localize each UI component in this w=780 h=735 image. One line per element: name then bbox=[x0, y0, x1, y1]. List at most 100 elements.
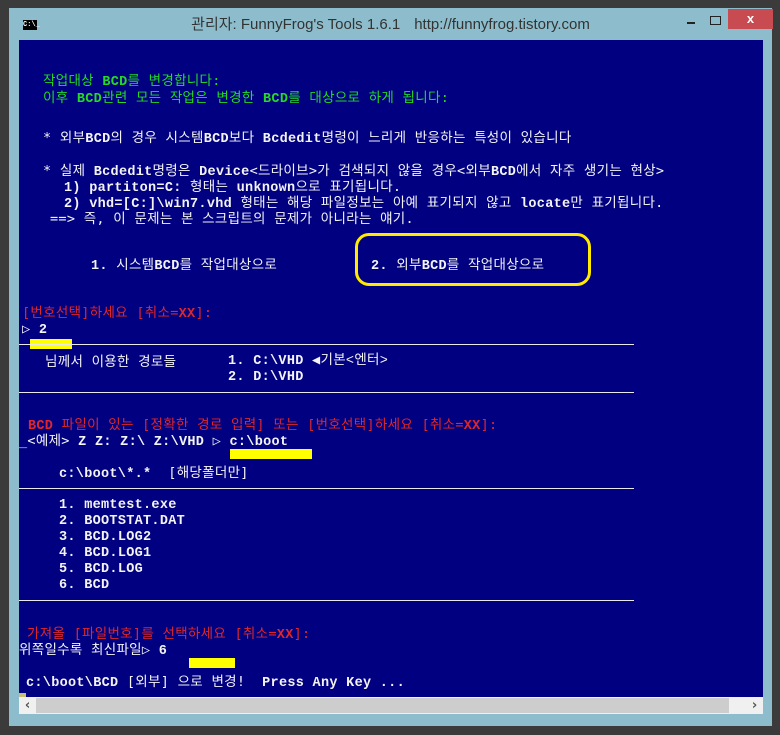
scroll-right-arrow-icon[interactable]: › bbox=[746, 697, 763, 714]
text: 만 표기됩니다. bbox=[570, 195, 664, 211]
prompt-input-line[interactable]: ▷ 2 bbox=[22, 321, 47, 339]
close-button[interactable]: x bbox=[728, 9, 773, 29]
text: BCD bbox=[490, 165, 517, 180]
file-number: 3. bbox=[59, 530, 76, 545]
text: ]: bbox=[195, 305, 213, 321]
text: 이후 bbox=[43, 90, 77, 106]
prompt-select-number: [번호선택]하세요 [취소=XX]: bbox=[22, 305, 212, 323]
file-list-item[interactable]: 3. BCD.LOG2 bbox=[59, 530, 151, 546]
text: XX bbox=[276, 628, 294, 643]
header-line-2: 이후 BCD관련 모든 작업은 변경한 BCD를 대상으로 하게 됩니다: bbox=[43, 90, 449, 108]
folder-note: [해당폴더만] bbox=[168, 465, 249, 481]
input-highlight bbox=[189, 658, 235, 668]
option-number: 1. bbox=[91, 259, 108, 274]
file-name: BOOTSTAT.DAT bbox=[84, 514, 186, 529]
file-list-item[interactable]: 6. BCD bbox=[59, 578, 109, 594]
default-note: ◀기본<엔터> bbox=[312, 354, 389, 369]
text: 를 작업대상으로 bbox=[446, 257, 545, 273]
text: 명령이 느리게 반응하는 특성이 있습니다 bbox=[321, 130, 572, 146]
text: 2) vhd=[C:]\win7.vhd bbox=[64, 197, 233, 212]
header-line-1: 작업대상 BCD를 변경합니다: bbox=[43, 73, 221, 91]
maximize-button[interactable] bbox=[703, 10, 727, 30]
separator bbox=[19, 488, 634, 489]
text: BCD bbox=[28, 419, 54, 434]
input-highlight bbox=[230, 449, 312, 459]
file-number: 5. bbox=[59, 562, 76, 577]
text: 를 대상으로 하게 됩니다: bbox=[288, 90, 450, 106]
text: XX bbox=[463, 419, 481, 434]
selection-input[interactable]: 2 bbox=[39, 323, 47, 338]
folder-path: c:\boot\*.* bbox=[59, 467, 152, 482]
folder-filter: c:\boot\*.* [해당폴더만] bbox=[59, 465, 249, 483]
text: 의 경우 시스템 bbox=[110, 130, 204, 146]
result-message: c:\boot\BCD [외부] 으로 변경! Press Any Key ..… bbox=[26, 674, 405, 692]
file-name: BCD.LOG bbox=[84, 562, 144, 577]
maximize-icon bbox=[709, 16, 721, 25]
window-title-text: 관리자: FunnyFrog's Tools 1.6.1 bbox=[191, 16, 401, 33]
text: 형태는 bbox=[181, 179, 237, 195]
text: BCD bbox=[421, 259, 447, 274]
file-number: 4. bbox=[59, 546, 76, 561]
text: * 실제 bbox=[43, 163, 94, 179]
text: locate bbox=[520, 197, 571, 212]
title-bar[interactable]: C:\_ 관리자: FunnyFrog's Tools 1.6.1 http://… bbox=[9, 8, 773, 40]
file-list-item[interactable]: 1. memtest.exe bbox=[59, 498, 177, 514]
file-number: 1. bbox=[59, 498, 76, 513]
text: 관련 모든 작업은 변경한 bbox=[102, 90, 264, 106]
text: ]: bbox=[480, 417, 498, 433]
text: BCD bbox=[76, 92, 103, 107]
file-list-item[interactable]: 4. BCD.LOG1 bbox=[59, 546, 151, 562]
horizontal-scrollbar[interactable]: ‹ › bbox=[19, 697, 763, 714]
text: 형태는 해당 파일정보는 아예 표기되지 않고 bbox=[232, 195, 520, 211]
file-input-line[interactable]: 위쪽일수록 최신파일▷ 6 bbox=[19, 642, 167, 660]
file-list-item[interactable]: 5. BCD.LOG bbox=[59, 562, 143, 578]
text: ]: bbox=[293, 626, 311, 642]
file-number-input[interactable]: 6 bbox=[159, 644, 167, 659]
minimize-icon bbox=[687, 22, 695, 24]
file-name: BCD bbox=[84, 578, 110, 593]
path-value: D:\VHD bbox=[253, 370, 304, 385]
text: 를 변경합니다: bbox=[127, 73, 221, 89]
path-value: C:\VHD bbox=[253, 354, 304, 369]
option-system-bcd[interactable]: 1. 시스템BCD를 작업대상으로 bbox=[91, 257, 277, 275]
text: [번호선택]하세요 [취소= bbox=[22, 305, 179, 321]
window-title: 관리자: FunnyFrog's Tools 1.6.1 http://funny… bbox=[9, 13, 772, 34]
console-window: C:\_ 관리자: FunnyFrog's Tools 1.6.1 http://… bbox=[9, 8, 773, 726]
note-external-bcd-slow: * 외부BCD의 경우 시스템BCD보다 Bcdedit명령이 느리게 반응하는… bbox=[43, 130, 572, 148]
scrollbar-thumb[interactable] bbox=[36, 698, 729, 713]
text: BCD bbox=[85, 132, 111, 147]
used-paths-label: 님께서 이용한 경로들 bbox=[45, 354, 177, 370]
scroll-left-arrow-icon[interactable]: ‹ bbox=[19, 697, 36, 714]
text: <드라이브>가 검색되지 않을 경우<외부 bbox=[249, 163, 491, 179]
file-list-item[interactable]: 2. BOOTSTAT.DAT bbox=[59, 514, 185, 530]
option-number: 2. bbox=[371, 259, 388, 274]
file-name: memtest.exe bbox=[84, 498, 177, 513]
text: 가져올 [파일번호]를 선택하세요 [취소= bbox=[27, 626, 277, 642]
path-number: 2. bbox=[228, 370, 245, 385]
hint-text: 위쪽일수록 최신파일 bbox=[19, 642, 142, 658]
example-label: _<예제> bbox=[19, 433, 79, 449]
text: 명령은 bbox=[152, 163, 200, 179]
text: [외부] 으로 변경! bbox=[118, 674, 254, 690]
text: 보다 bbox=[228, 130, 263, 146]
path-option-2[interactable]: 2. D:\VHD bbox=[228, 370, 304, 386]
window-title-url: http://funnyfrog.tistory.com bbox=[414, 16, 590, 33]
press-any-key: Press Any Key ... bbox=[253, 676, 405, 691]
path-input[interactable]: c:\boot bbox=[229, 435, 288, 450]
text: 으로 표기됩니다. bbox=[295, 179, 402, 195]
separator bbox=[19, 600, 634, 601]
console-output[interactable]: 작업대상 BCD를 변경합니다: 이후 BCD관련 모든 작업은 변경한 BCD… bbox=[19, 40, 763, 697]
file-name: BCD.LOG1 bbox=[84, 546, 152, 561]
file-number: 2. bbox=[59, 514, 76, 529]
path-number: 1. bbox=[228, 354, 245, 369]
path-option-1[interactable]: 1. C:\VHD ◀기본<엔터> bbox=[228, 354, 388, 370]
text: BCD bbox=[154, 259, 180, 274]
text: BCD bbox=[263, 92, 289, 107]
option-external-bcd[interactable]: 2. 외부BCD를 작업대상으로 bbox=[371, 257, 544, 275]
text: BCD bbox=[203, 132, 229, 147]
minimize-button[interactable] bbox=[679, 12, 703, 32]
text: BCD bbox=[102, 75, 128, 90]
text: 시스템 bbox=[107, 257, 155, 273]
text: unknown bbox=[236, 181, 296, 196]
text: Bcdedit bbox=[262, 132, 322, 147]
